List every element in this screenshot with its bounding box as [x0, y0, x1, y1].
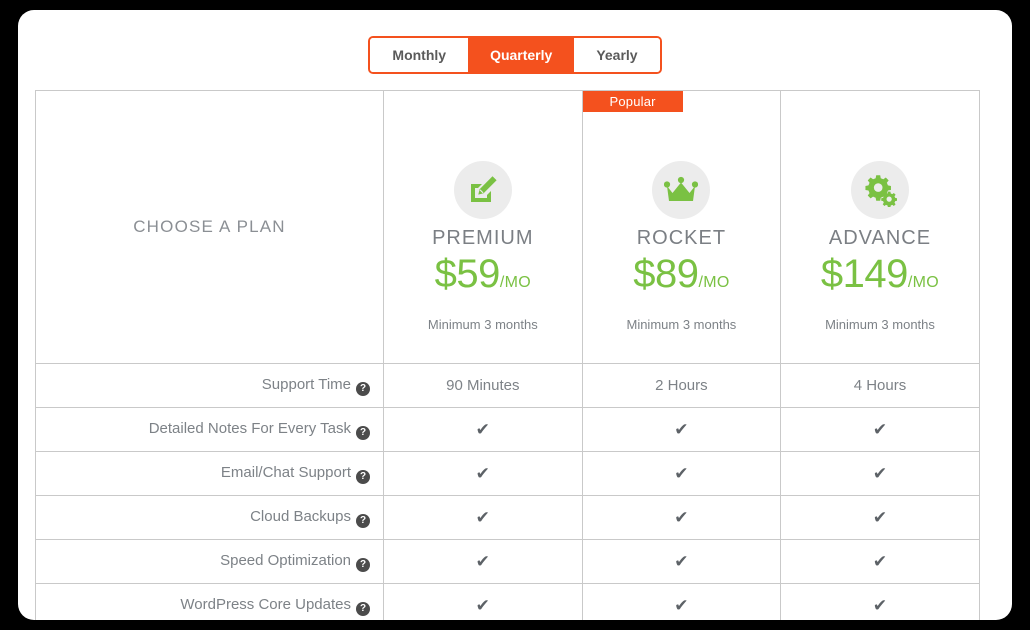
feature-label-cell: Support Time? — [35, 363, 384, 408]
help-icon[interactable]: ? — [356, 513, 370, 528]
help-icon[interactable]: ? — [356, 425, 370, 440]
feature-label-cell: Detailed Notes For Every Task? — [35, 407, 384, 452]
feature-value-cell: ✔ — [780, 451, 980, 496]
plan-name: ADVANCE — [828, 227, 932, 249]
feature-value-cell: ✔ — [383, 539, 583, 584]
feature-value-cell: 90 Minutes — [383, 363, 583, 408]
feature-value-cell: ✔ — [383, 495, 583, 540]
check-icon: ✔ — [674, 551, 689, 571]
check-icon: ✔ — [872, 419, 888, 439]
plan-note: Minimum 3 months — [825, 317, 935, 332]
plan-header-content: ADVANCE $149/MO Minimum 3 months — [781, 121, 979, 333]
price-period: /MO — [698, 274, 730, 291]
billing-toggle-container: Monthly Quarterly Yearly — [18, 36, 1012, 74]
gears-icon — [850, 161, 909, 219]
table-row: Email/Chat Support? ✔ ✔ ✔ — [35, 451, 980, 496]
feature-value-cell: ✔ — [780, 583, 980, 620]
feature-label: Email/Chat Support — [220, 463, 351, 481]
check-icon: ✔ — [475, 551, 490, 571]
table-row: Support Time? 90 Minutes 2 Hours 4 Hours — [35, 363, 980, 408]
table-row: Detailed Notes For Every Task? ✔ ✔ ✔ — [35, 407, 980, 452]
price-amount: 59 — [456, 252, 500, 296]
check-icon: ✔ — [475, 595, 490, 615]
feature-label: Detailed Notes For Every Task — [148, 419, 351, 437]
feature-value: 4 Hours — [853, 377, 907, 394]
plan-header-premium[interactable]: PREMIUM $59/MO Minimum 3 months — [383, 90, 583, 364]
feature-label-cell: WordPress Core Updates? — [35, 583, 384, 620]
feature-value-cell: ✔ — [581, 407, 782, 452]
plan-note: Minimum 3 months — [427, 317, 538, 332]
billing-toggle-monthly[interactable]: Monthly — [370, 38, 469, 72]
plan-header-content: ROCKET $89/MO Minimum 3 months — [583, 121, 781, 333]
choose-a-plan-label: CHOOSE A PLAN — [133, 217, 286, 236]
table-row: Cloud Backups? ✔ ✔ ✔ — [35, 495, 980, 540]
feature-value-cell: ✔ — [581, 495, 782, 540]
choose-a-plan-cell: CHOOSE A PLAN — [35, 90, 384, 364]
price-amount: 149 — [842, 252, 909, 296]
feature-label: Support Time — [261, 375, 351, 393]
feature-label-cell: Speed Optimization? — [35, 539, 384, 584]
price-period: /MO — [499, 274, 531, 291]
feature-value-cell: ✔ — [383, 583, 583, 620]
billing-cycle-toggle[interactable]: Monthly Quarterly Yearly — [368, 36, 662, 74]
plan-header-rocket[interactable]: Popular ROCKET $89/MO Minimum 3 months — [581, 90, 782, 364]
feature-label-cell: Cloud Backups? — [35, 495, 384, 540]
feature-label-cell: Email/Chat Support? — [35, 451, 384, 496]
feature-value-cell: ✔ — [383, 451, 583, 496]
feature-value-cell: ✔ — [780, 407, 980, 452]
feature-value-cell: ✔ — [581, 451, 782, 496]
table-row: WordPress Core Updates? ✔ ✔ ✔ — [35, 583, 980, 620]
help-icon[interactable]: ? — [356, 601, 370, 616]
plan-name: ROCKET — [636, 227, 727, 249]
feature-label: Cloud Backups — [250, 507, 351, 525]
price-period: /MO — [907, 274, 940, 291]
popular-badge: Popular — [582, 91, 683, 112]
check-icon: ✔ — [475, 463, 490, 483]
plan-header-advance[interactable]: ADVANCE $149/MO Minimum 3 months — [780, 90, 980, 364]
plan-header-content: PREMIUM $59/MO Minimum 3 months — [384, 121, 582, 333]
check-icon: ✔ — [872, 551, 888, 571]
check-icon: ✔ — [872, 595, 888, 615]
plan-price: $89/MO — [583, 251, 781, 306]
price-amount: 89 — [654, 252, 699, 296]
pricing-table: CHOOSE A PLAN PREMIUM $59/MO Minimum 3 mont… — [35, 90, 980, 620]
feature-value: 90 Minutes — [446, 377, 520, 394]
pricing-card: Monthly Quarterly Yearly CHOOSE A PLAN PREM… — [18, 10, 1012, 620]
plan-price: $149/MO — [781, 251, 979, 306]
plan-note: Minimum 3 months — [626, 317, 737, 332]
help-icon[interactable]: ? — [356, 381, 370, 396]
table-header-row: CHOOSE A PLAN PREMIUM $59/MO Minimum 3 mont… — [35, 90, 980, 364]
check-icon: ✔ — [674, 419, 689, 439]
feature-value-cell: ✔ — [581, 539, 782, 584]
feature-label: WordPress Core Updates — [180, 595, 351, 613]
check-icon: ✔ — [872, 507, 888, 527]
check-icon: ✔ — [674, 595, 689, 615]
feature-value-cell: 2 Hours — [581, 363, 782, 408]
check-icon: ✔ — [475, 507, 490, 527]
crown-icon — [652, 161, 711, 219]
help-icon[interactable]: ? — [356, 469, 370, 484]
check-icon: ✔ — [674, 463, 689, 483]
feature-value-cell: ✔ — [780, 539, 980, 584]
plan-price: $59/MO — [384, 251, 582, 306]
check-icon: ✔ — [475, 419, 490, 439]
feature-value-cell: ✔ — [581, 583, 782, 620]
feature-value-cell: ✔ — [780, 495, 980, 540]
table-row: Speed Optimization? ✔ ✔ ✔ — [35, 539, 980, 584]
page-background: Monthly Quarterly Yearly CHOOSE A PLAN PREM… — [0, 0, 1030, 630]
check-icon: ✔ — [872, 463, 888, 483]
price-currency: $ — [633, 252, 655, 296]
billing-toggle-quarterly[interactable]: Quarterly — [468, 38, 575, 72]
feature-value: 2 Hours — [655, 377, 708, 394]
price-currency: $ — [434, 252, 457, 296]
edit-pencil-icon — [453, 161, 512, 219]
help-icon[interactable]: ? — [356, 557, 370, 572]
feature-value-cell: ✔ — [383, 407, 583, 452]
feature-value-cell: 4 Hours — [780, 363, 980, 408]
plan-name: PREMIUM — [432, 227, 534, 249]
billing-toggle-yearly[interactable]: Yearly — [574, 38, 660, 72]
check-icon: ✔ — [674, 507, 689, 527]
feature-label: Speed Optimization — [220, 551, 351, 569]
price-currency: $ — [820, 252, 843, 296]
